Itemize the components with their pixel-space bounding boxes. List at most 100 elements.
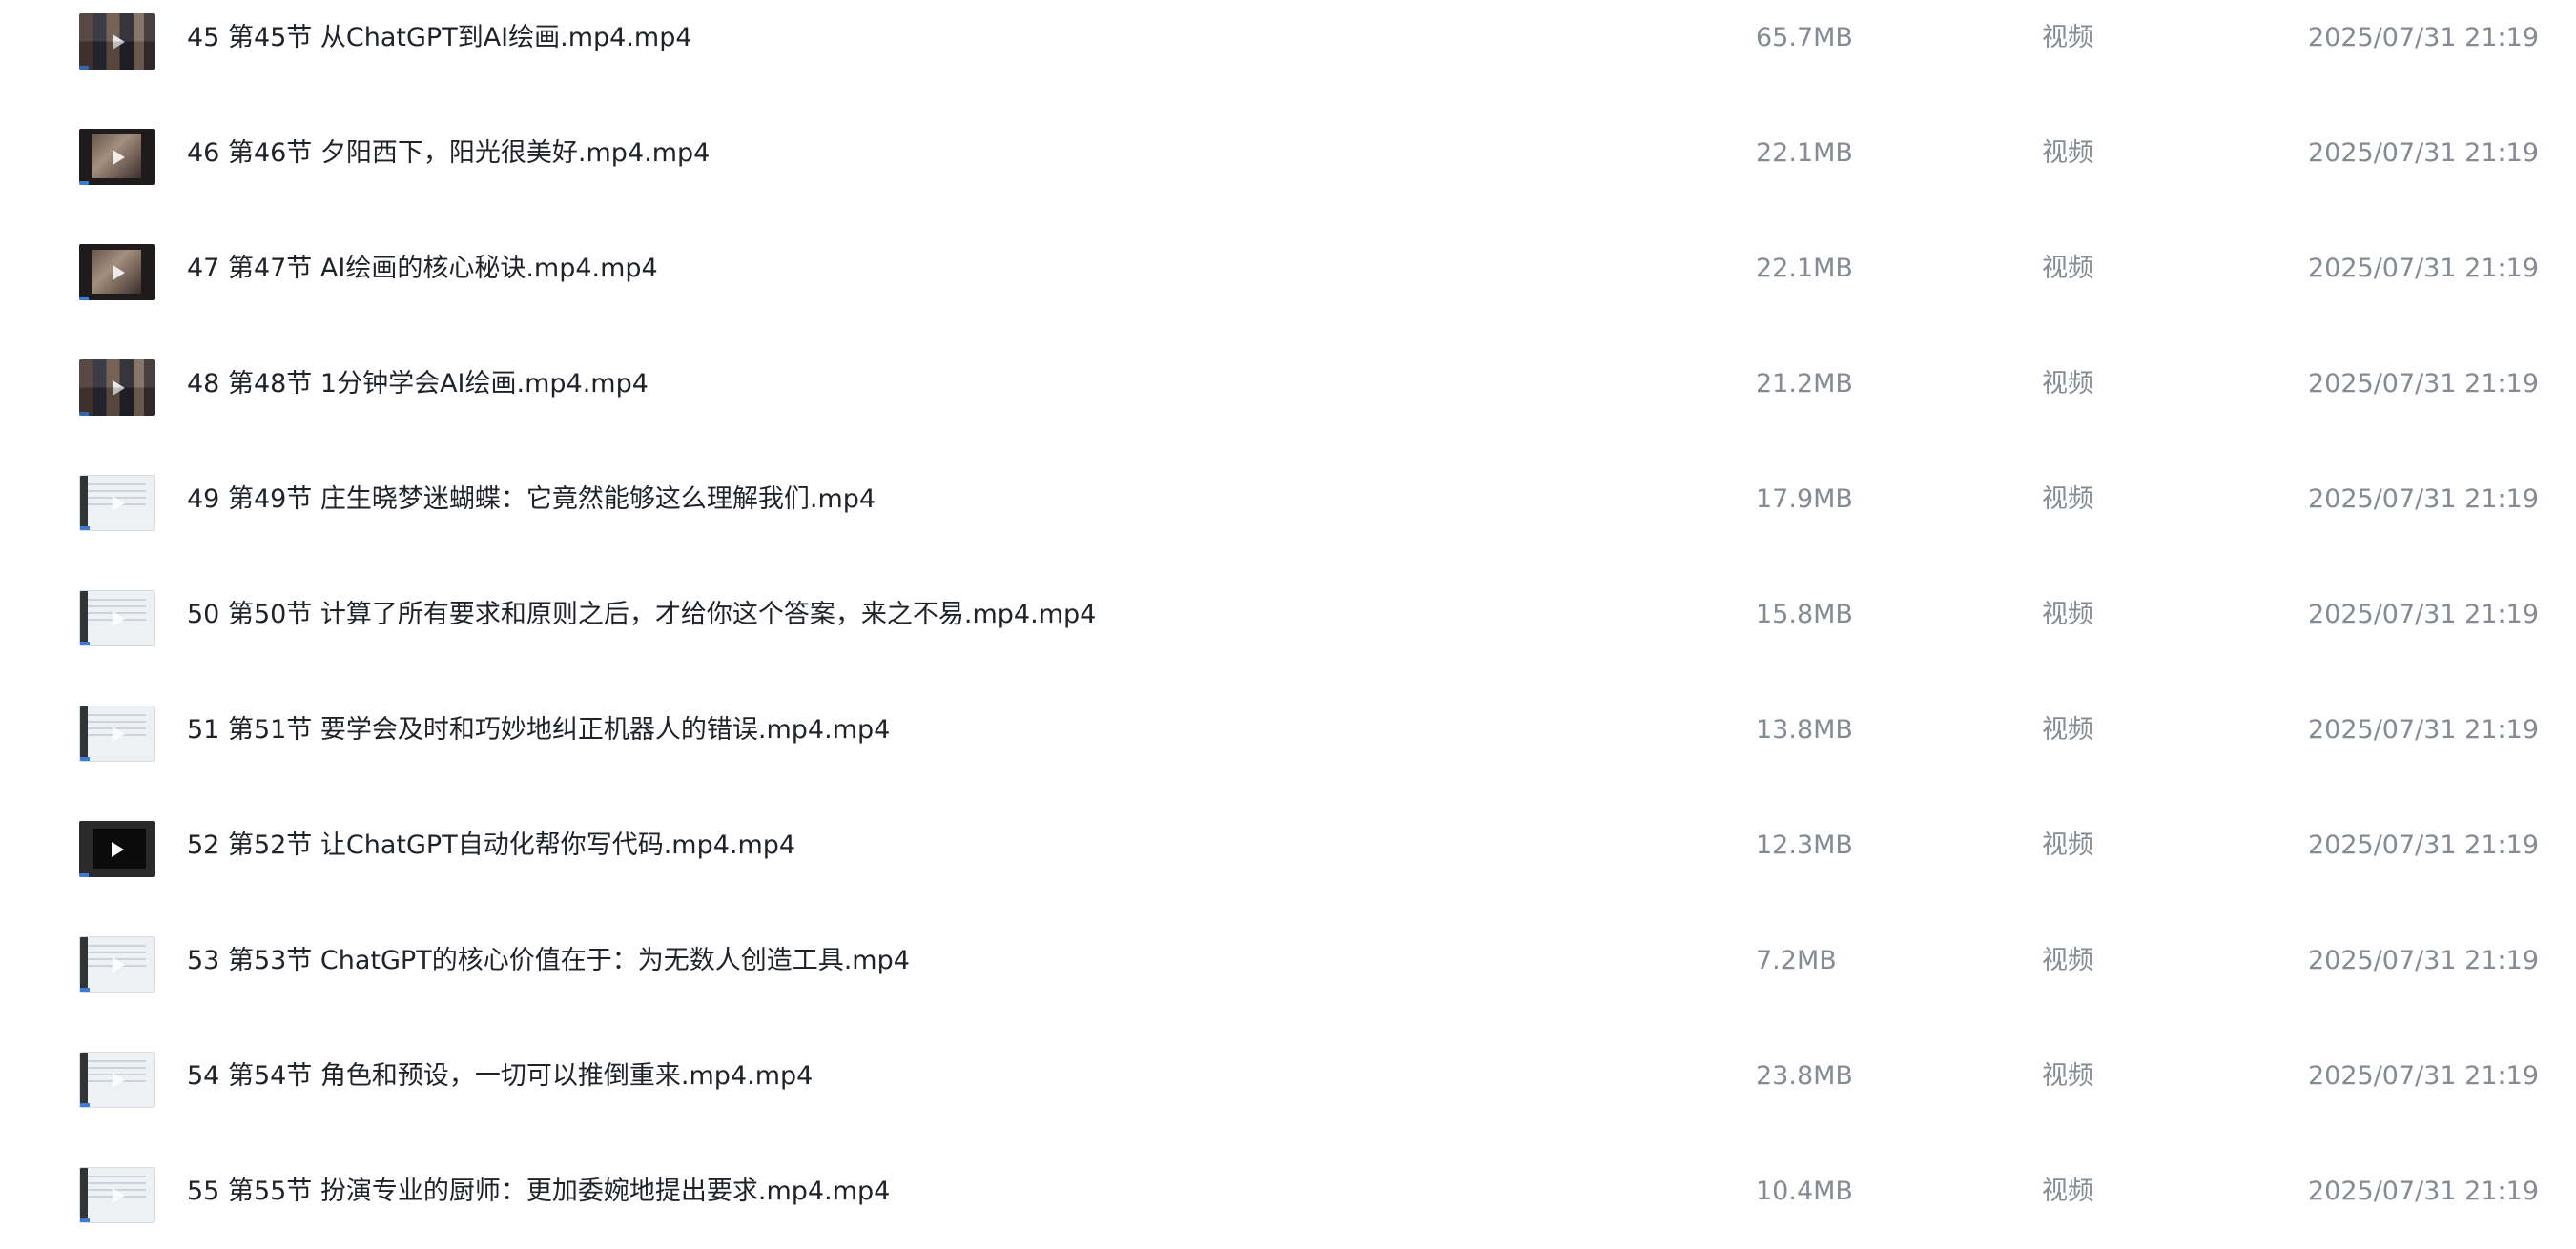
file-index: 53: [187, 946, 220, 975]
file-name[interactable]: 52 第52节 让ChatGPT自动化帮你写代码.mp4.mp4: [187, 788, 795, 903]
file-title: 扮演专业的厨师：更加委婉地提出要求.mp4.mp4: [319, 1177, 891, 1206]
file-row[interactable]: 53 第53节 ChatGPT的核心价值在于：为无数人创造工具.mp4 7.2MB…: [0, 903, 2576, 1018]
file-index: 54: [187, 1061, 220, 1091]
file-row[interactable]: 54 第54节 角色和预设，一切可以推倒重来.mp4.mp4 23.8MB 视频 20…: [0, 1018, 2576, 1134]
file-row[interactable]: 55 第55节 扮演专业的厨师：更加委婉地提出要求.mp4.mp4 10.4MB 视…: [0, 1134, 2576, 1249]
file-date: 2025/07/31 21:19: [2307, 138, 2539, 168]
file-list: 45 第45节 从ChatGPT到AI绘画.mp4.mp4 65.7MB 视频 202…: [0, 0, 2576, 1249]
file-row[interactable]: 50 第50节 计算了所有要求和原则之后，才给你这个答案，来之不易.mp4.mp…: [0, 557, 2576, 672]
file-title: 从ChatGPT到AI绘画.mp4.mp4: [319, 23, 692, 52]
file-row[interactable]: 46 第46节 夕阳西下，阳光很美好.mp4.mp4 22.1MB 视频 2025/0…: [0, 95, 2576, 211]
file-size: 12.3MB: [1756, 830, 1853, 860]
file-size: 65.7MB: [1756, 23, 1853, 52]
thumb-accent: [79, 297, 89, 300]
file-size: 21.2MB: [1756, 369, 1853, 399]
file-section: 第55节: [227, 1177, 313, 1206]
video-thumbnail-icon[interactable]: [79, 359, 155, 416]
file-section: 第46节: [227, 138, 313, 168]
file-index: 50: [187, 600, 220, 629]
file-row[interactable]: 49 第49节 庄生晓梦迷蝴蝶：它竟然能够这么理解我们.mp4 17.9MB 视频 2…: [0, 441, 2576, 557]
file-size: 10.4MB: [1756, 1177, 1853, 1206]
video-thumbnail-icon[interactable]: [79, 706, 155, 762]
file-row[interactable]: 47 第47节 AI绘画的核心秘诀.mp4.mp4 22.1MB 视频 2025/07…: [0, 211, 2576, 326]
file-index: 46: [187, 138, 220, 168]
file-type: 视频: [2042, 138, 2093, 168]
file-date: 2025/07/31 21:19: [2307, 1061, 2539, 1091]
file-name[interactable]: 50 第50节 计算了所有要求和原则之后，才给你这个答案，来之不易.mp4.mp…: [187, 557, 1096, 672]
file-date: 2025/07/31 21:19: [2307, 830, 2539, 860]
play-icon: [106, 607, 129, 630]
video-thumbnail-icon[interactable]: [79, 821, 155, 877]
file-date: 2025/07/31 21:19: [2307, 484, 2539, 514]
thumb-accent: [80, 1218, 90, 1222]
file-name[interactable]: 49 第49节 庄生晓梦迷蝴蝶：它竟然能够这么理解我们.mp4: [187, 441, 876, 557]
file-size: 22.1MB: [1756, 254, 1853, 283]
video-thumbnail-icon[interactable]: [79, 936, 155, 993]
thumb-accent: [79, 66, 89, 70]
video-thumbnail-icon[interactable]: [79, 1167, 155, 1223]
file-name[interactable]: 51 第51节 要学会及时和巧妙地纠正机器人的错误.mp4.mp4: [187, 672, 890, 788]
thumb-accent: [80, 642, 90, 645]
file-row[interactable]: 48 第48节 1分钟学会AI绘画.mp4.mp4 21.2MB 视频 2025/07…: [0, 326, 2576, 441]
file-size: 7.2MB: [1756, 946, 1837, 975]
thumb-accent: [80, 988, 90, 992]
file-name[interactable]: 55 第55节 扮演专业的厨师：更加委婉地提出要求.mp4.mp4: [187, 1134, 890, 1249]
play-icon: [106, 723, 129, 746]
file-type: 视频: [2042, 715, 2093, 745]
video-thumbnail-icon[interactable]: [79, 13, 155, 70]
file-index: 45: [187, 23, 220, 52]
file-index: 52: [187, 830, 220, 860]
file-name[interactable]: 45 第45节 从ChatGPT到AI绘画.mp4.mp4: [187, 0, 692, 95]
file-title: 要学会及时和巧妙地纠正机器人的错误.mp4.mp4: [319, 715, 891, 745]
file-section: 第48节: [227, 369, 313, 399]
file-type: 视频: [2042, 1177, 2093, 1206]
play-icon: [106, 31, 129, 53]
file-name[interactable]: 47 第47节 AI绘画的核心秘诀.mp4.mp4: [187, 211, 658, 326]
file-title: 让ChatGPT自动化帮你写代码.mp4.mp4: [319, 830, 796, 860]
file-section: 第51节: [227, 715, 313, 745]
file-name[interactable]: 48 第48节 1分钟学会AI绘画.mp4.mp4: [187, 326, 649, 441]
file-size: 23.8MB: [1756, 1061, 1853, 1091]
file-row[interactable]: 52 第52节 让ChatGPT自动化帮你写代码.mp4.mp4 12.3MB 视频…: [0, 788, 2576, 903]
thumb-accent: [79, 412, 89, 416]
file-title: 夕阳西下，阳光很美好.mp4.mp4: [319, 138, 711, 168]
file-date: 2025/07/31 21:19: [2307, 369, 2539, 399]
file-index: 47: [187, 254, 220, 283]
file-type: 视频: [2042, 254, 2093, 283]
video-thumbnail-icon[interactable]: [79, 1052, 155, 1108]
play-icon: [106, 1184, 129, 1207]
file-section: 第45节: [227, 23, 313, 52]
file-index: 55: [187, 1177, 220, 1206]
play-icon: [106, 838, 129, 861]
file-size: 13.8MB: [1756, 715, 1853, 745]
file-size: 17.9MB: [1756, 484, 1853, 514]
file-title: 角色和预设，一切可以推倒重来.mp4.mp4: [319, 1061, 814, 1091]
file-title: AI绘画的核心秘诀.mp4.mp4: [319, 254, 658, 283]
file-section: 第49节: [227, 484, 313, 514]
file-index: 51: [187, 715, 220, 745]
video-thumbnail-icon[interactable]: [79, 244, 155, 300]
file-section: 第50节: [227, 600, 313, 629]
play-icon: [106, 1069, 129, 1092]
file-name[interactable]: 54 第54节 角色和预设，一切可以推倒重来.mp4.mp4: [187, 1018, 813, 1134]
file-date: 2025/07/31 21:19: [2307, 715, 2539, 745]
file-index: 48: [187, 369, 220, 399]
play-icon: [106, 953, 129, 976]
file-title: 庄生晓梦迷蝴蝶：它竟然能够这么理解我们.mp4: [319, 484, 876, 514]
video-thumbnail-icon[interactable]: [79, 129, 155, 185]
file-date: 2025/07/31 21:19: [2307, 600, 2539, 629]
file-size: 15.8MB: [1756, 600, 1853, 629]
thumb-accent: [79, 873, 89, 877]
file-row[interactable]: 45 第45节 从ChatGPT到AI绘画.mp4.mp4 65.7MB 视频 202…: [0, 0, 2576, 95]
file-row[interactable]: 51 第51节 要学会及时和巧妙地纠正机器人的错误.mp4.mp4 13.8MB 视…: [0, 672, 2576, 788]
file-name[interactable]: 46 第46节 夕阳西下，阳光很美好.mp4.mp4: [187, 95, 710, 211]
thumb-accent: [80, 1103, 90, 1107]
play-icon: [106, 261, 129, 284]
play-icon: [106, 377, 129, 399]
video-thumbnail-icon[interactable]: [79, 590, 155, 646]
video-thumbnail-icon[interactable]: [79, 475, 155, 531]
thumb-accent: [80, 757, 90, 761]
file-type: 视频: [2042, 600, 2093, 629]
file-name[interactable]: 53 第53节 ChatGPT的核心价值在于：为无数人创造工具.mp4: [187, 903, 910, 1018]
thumb-accent: [80, 526, 90, 530]
